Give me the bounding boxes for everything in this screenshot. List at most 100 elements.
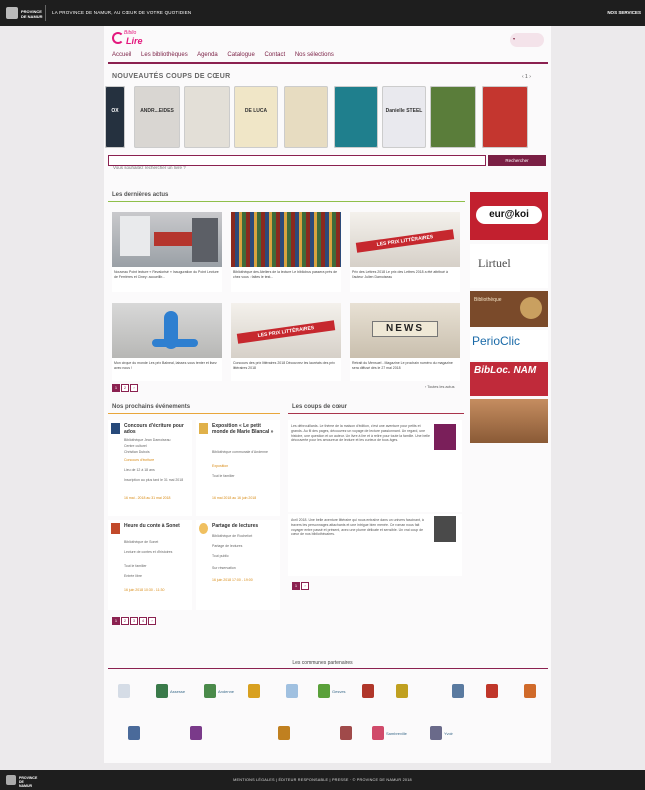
event-type: Partage de lectures <box>212 544 243 548</box>
commune-logo[interactable] <box>452 684 466 698</box>
province-logo-text: PROVINCE DE NAMUR <box>21 9 43 19</box>
ad-eurekoi[interactable]: eur@koi <box>470 192 548 240</box>
sun-icon <box>199 523 208 534</box>
book-cover[interactable] <box>430 86 476 148</box>
commune-logo[interactable] <box>362 684 376 698</box>
main-nav: Accueil Les bibliothèques Agenda Catalog… <box>112 52 342 62</box>
book-cover[interactable] <box>482 86 528 148</box>
footer: PROVINCE DE NAMUR MENTIONS LÉGALES | ÉDI… <box>0 770 645 790</box>
ad-perioclic-text: PerioClic <box>472 334 521 348</box>
nav-agenda[interactable]: Agenda <box>197 52 218 58</box>
ad-perioclic[interactable]: PerioClic <box>470 330 548 360</box>
commune-logo[interactable]: Assesse <box>156 684 185 698</box>
event-card[interactable]: Concours d'écriture pour ados Bibliothèq… <box>108 420 192 516</box>
heart-icon: ♥ <box>513 37 516 41</box>
partner-badge[interactable]: ♥ <box>510 33 544 47</box>
commune-logo[interactable]: Yvoir <box>430 726 453 740</box>
book-cover[interactable]: DE LUCA <box>234 86 278 148</box>
book-cover[interactable]: ANDR...EIDES <box>134 86 180 148</box>
events-page-3[interactable]: 3 <box>130 617 138 625</box>
book-cover[interactable] <box>184 86 230 148</box>
news-page-next[interactable]: › <box>130 384 138 392</box>
commune-name: Andenne <box>218 688 235 694</box>
news-card[interactable]: Nouveau Point lecture « Revalorisé » Ina… <box>112 212 222 292</box>
ad-library-photo[interactable] <box>470 399 548 443</box>
commune-logo[interactable]: Andenne <box>204 684 234 698</box>
coup-card[interactable]: Avril 2018. Une belle aventure littérair… <box>288 514 462 576</box>
coup-card[interactable]: Les débrouillards. Le thème de la maison… <box>288 420 462 512</box>
book-cover[interactable]: OX <box>105 86 125 148</box>
carousel-pager[interactable]: ‹ 1 › <box>522 74 531 80</box>
ad-lirtuel-text: Lirtuel <box>478 256 511 270</box>
events-page-1[interactable]: 1 <box>112 617 120 625</box>
province-logo[interactable]: PROVINCE DE NAMUR <box>6 5 46 21</box>
commune-logo[interactable] <box>118 684 132 698</box>
coups-page-next[interactable]: › <box>301 582 309 590</box>
events-page-2[interactable]: 2 <box>121 617 129 625</box>
event-line: Christian Dubois <box>124 450 150 454</box>
event-title: Exposition « Le petit monde de Marie Bla… <box>212 423 274 435</box>
news-divider <box>108 201 465 202</box>
events-page-4[interactable]: 4 <box>139 617 147 625</box>
commune-logo[interactable]: Gesves <box>318 684 346 698</box>
commune-logo[interactable] <box>248 684 262 698</box>
search-button[interactable]: Rechercher <box>488 155 546 166</box>
book-cover[interactable]: Danielle STEEL <box>382 86 426 148</box>
news-card[interactable]: NEWS Retrait du Mensuel - Magazine Le pr… <box>350 303 460 381</box>
commune-logo[interactable] <box>486 684 500 698</box>
search-input[interactable] <box>109 163 485 172</box>
site-logo[interactable]: Biblio Lire <box>112 30 152 50</box>
commune-logo[interactable] <box>286 684 300 698</box>
commune-logo[interactable] <box>396 684 410 698</box>
nav-catalogue[interactable]: Catalogue <box>227 52 254 58</box>
book-cover[interactable] <box>334 86 378 148</box>
commune-emblem-icon <box>452 684 464 698</box>
news-card[interactable]: LES PRIX LITTÉRAIRES Prix des Lettres 20… <box>350 212 460 292</box>
coup-cover <box>434 424 456 450</box>
book-cover[interactable] <box>284 86 328 148</box>
event-location: Bibliothèque Jean Damoiseau <box>124 438 171 442</box>
news-caption: Concours des prix littéraires 2018 Décou… <box>233 361 335 370</box>
ad-bibliotheque-text: Bibliothèque <box>474 297 502 303</box>
nav-accueil[interactable]: Accueil <box>112 52 131 58</box>
commune-logo[interactable] <box>190 726 204 740</box>
event-card[interactable]: Heure du conte à Sonet Bibliothèque de S… <box>108 520 192 610</box>
services-link[interactable]: NOS SERVICES <box>607 10 641 15</box>
nav-contact[interactable]: Contact <box>264 52 285 58</box>
ad-bibliotheque[interactable]: Bibliothèque <box>470 291 548 327</box>
exhibition-icon <box>199 423 208 434</box>
news-page-1[interactable]: 1 <box>112 384 120 392</box>
ad-eurekoi-text: eur@koi <box>476 206 542 224</box>
commune-name: Gesves <box>332 688 346 694</box>
commune-logo[interactable]: Sambreville <box>372 726 407 740</box>
news-card[interactable]: Bibliothèque des Ateliers de la lecture … <box>231 212 341 292</box>
all-news-link[interactable]: › Toutes les actus <box>425 385 454 389</box>
event-location: Bibliothèque de Rochefort <box>212 534 253 538</box>
coups-page-1[interactable]: 1 <box>292 582 300 590</box>
news-card[interactable]: Mon cirque du monde Les prix Balneal, la… <box>112 303 222 381</box>
ad-bibloc[interactable]: BibLoc. NAM <box>470 362 548 396</box>
nav-bibliotheques[interactable]: Les bibliothèques <box>141 52 188 58</box>
event-type: Concours d'écriture <box>124 458 155 462</box>
ad-lirtuel[interactable]: Lirtuel <box>470 244 548 288</box>
commune-emblem-icon <box>248 684 260 698</box>
commune-logo[interactable] <box>340 726 354 740</box>
event-card[interactable]: Exposition « Le petit monde de Marie Bla… <box>196 420 280 516</box>
commune-logo[interactable] <box>278 726 292 740</box>
nav-selections[interactable]: Nos sélections <box>295 52 334 58</box>
commune-logo[interactable] <box>524 684 538 698</box>
event-info: Sur réservation <box>212 566 236 570</box>
news-title: Les dernières actus <box>112 192 169 198</box>
footer-links[interactable]: MENTIONS LÉGALES | ÉDITEUR RESPONSABLE |… <box>0 778 645 782</box>
events-page-next[interactable]: › <box>148 617 156 625</box>
swoosh-icon <box>112 32 124 44</box>
news-page-2[interactable]: 2 <box>121 384 129 392</box>
story-icon <box>111 523 120 534</box>
event-location: Bibliothèque de Sonet <box>124 540 159 544</box>
news-card[interactable]: LES PRIX LITTÉRAIRES Concours des prix l… <box>231 303 341 381</box>
event-date: 16 juin 2018 10:30 - 11:30 <box>124 588 165 592</box>
event-card[interactable]: Partage de lectures Bibliothèque de Roch… <box>196 520 280 610</box>
news-caption: Prix des Lettres 2018 Le prix des Lettre… <box>352 270 448 279</box>
news-caption: Mon cirque du monde Les prix Balneal, la… <box>114 361 217 370</box>
commune-logo[interactable] <box>128 726 142 740</box>
